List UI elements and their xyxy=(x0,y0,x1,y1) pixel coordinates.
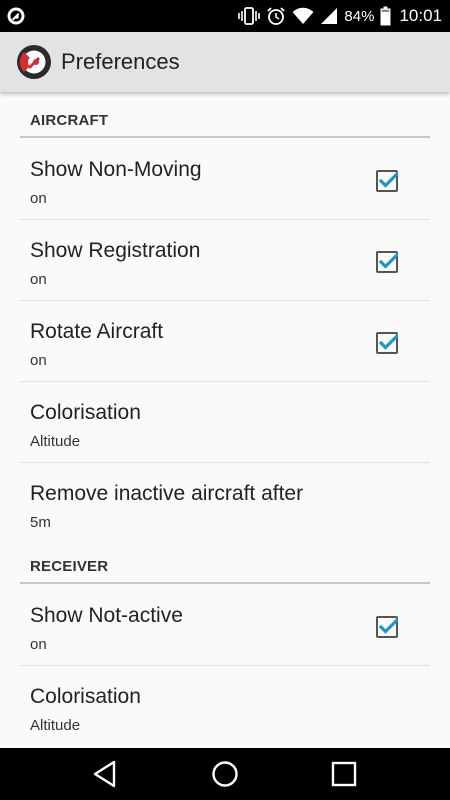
home-icon[interactable] xyxy=(209,758,241,790)
pref-remove-inactive-aircraft[interactable]: Remove inactive aircraft after 5m xyxy=(20,463,430,544)
navigation-bar xyxy=(0,748,450,800)
section-title: AIRCRAFT xyxy=(30,112,109,129)
app-bar: Preferences xyxy=(0,32,450,92)
pref-show-registration[interactable]: Show Registration on xyxy=(20,220,430,301)
app-logo-icon[interactable] xyxy=(16,44,52,80)
recents-icon[interactable] xyxy=(328,758,360,790)
pref-title: Show Not-active xyxy=(30,604,183,627)
pref-show-non-moving[interactable]: Show Non-Moving on xyxy=(20,139,430,220)
battery-percent: 84% xyxy=(344,7,375,25)
pref-title: Colorisation xyxy=(30,685,141,708)
section-header-receiver: RECEIVER xyxy=(20,538,430,584)
page-title: Preferences xyxy=(61,49,180,74)
status-time: 10:01 xyxy=(399,6,442,25)
battery-icon xyxy=(380,6,391,26)
pref-summary: Altitude xyxy=(30,433,81,450)
pref-aircraft-colorisation[interactable]: Colorisation Altitude xyxy=(20,382,430,463)
section-title: RECEIVER xyxy=(30,558,109,575)
pref-rotate-aircraft[interactable]: Rotate Aircraft on xyxy=(20,301,430,382)
signal-icon xyxy=(321,8,338,24)
rotate-aircraft-checkbox[interactable] xyxy=(376,332,398,354)
pref-title: Show Non-Moving xyxy=(30,158,202,181)
status-bar: 84% 10:01 xyxy=(0,0,450,32)
pref-title: Colorisation xyxy=(30,401,141,424)
pref-summary: on xyxy=(30,636,47,653)
pref-show-not-active[interactable]: Show Not-active on xyxy=(20,585,430,666)
pref-summary: on xyxy=(30,271,47,288)
pref-receiver-colorisation[interactable]: Colorisation Altitude xyxy=(20,666,430,747)
pref-title: Remove inactive aircraft after xyxy=(30,482,304,505)
back-icon[interactable] xyxy=(90,758,122,790)
show-not-active-checkbox[interactable] xyxy=(376,616,398,638)
show-registration-checkbox[interactable] xyxy=(376,251,398,273)
notification-app-icon xyxy=(7,7,25,25)
pref-summary: on xyxy=(30,352,47,369)
preferences-list: AIRCRAFT Show Non-Moving on Show Registr… xyxy=(0,92,450,748)
wifi-icon xyxy=(292,7,314,24)
section-header-aircraft: AIRCRAFT xyxy=(20,92,430,138)
pref-title: Show Registration xyxy=(30,239,201,262)
show-non-moving-checkbox[interactable] xyxy=(376,170,398,192)
pref-summary: Altitude xyxy=(30,717,81,734)
vibrate-icon xyxy=(238,7,261,25)
alarm-icon xyxy=(267,7,286,25)
pref-summary: on xyxy=(30,190,47,207)
pref-title: Rotate Aircraft xyxy=(30,320,164,343)
pref-summary: 5m xyxy=(30,514,51,531)
